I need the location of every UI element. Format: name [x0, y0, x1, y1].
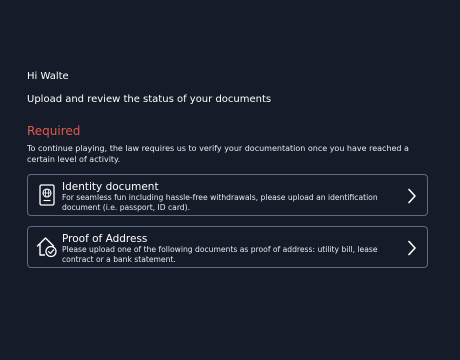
proof-of-address-description: Please upload one of the following docum… [62, 245, 378, 264]
required-heading: Required [27, 124, 81, 138]
identity-document-description: For seamless fun including hassle-free w… [62, 193, 378, 212]
greeting-text: Hi Walte [27, 71, 69, 82]
page-subtitle: Upload and review the status of your doc… [27, 94, 272, 105]
identity-document-card[interactable]: Identity document For seamless fun inclu… [27, 174, 428, 216]
verification-screen: { "header": { "greeting": "Hi Walte", "s… [0, 0, 460, 360]
passport-icon [36, 183, 58, 207]
chevron-right-icon[interactable] [407, 240, 417, 256]
required-description: To continue playing, the law requires us… [27, 144, 409, 164]
chevron-right-icon[interactable] [407, 188, 417, 204]
home-check-icon [36, 235, 58, 259]
proof-of-address-card[interactable]: Proof of Address Please upload one of th… [27, 226, 428, 268]
